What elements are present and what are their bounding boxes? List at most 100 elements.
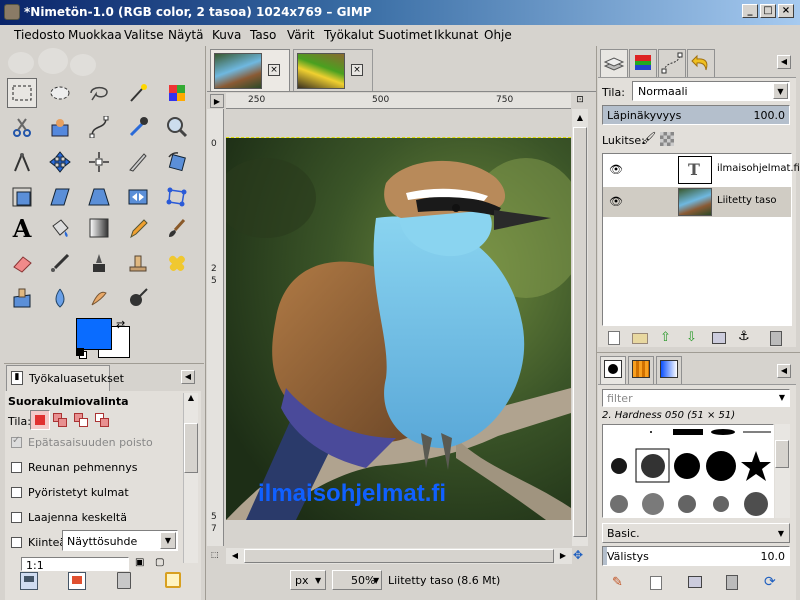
fixed-dropdown[interactable]: Näyttösuhde ▼	[62, 530, 178, 551]
menu-layer[interactable]: Taso	[250, 28, 276, 42]
rect-select-tool[interactable]	[7, 78, 37, 108]
free-select-tool[interactable]	[84, 78, 114, 108]
brush-grid[interactable]	[602, 424, 774, 518]
portrait-icon[interactable]: ▣	[135, 557, 149, 571]
menu-select[interactable]: Valitse	[124, 28, 164, 42]
vertical-ruler[interactable]: 0 2 5 5 7	[207, 109, 224, 546]
dock-menu-button[interactable]: ◀	[777, 364, 791, 378]
menu-arrow-icon[interactable]: ▶	[210, 94, 224, 108]
feather-checkbox[interactable]	[11, 462, 22, 473]
foreground-select-tool[interactable]	[45, 112, 75, 142]
close-button[interactable]: ×	[778, 4, 794, 18]
move-tool[interactable]	[45, 147, 75, 177]
scroll-left-icon[interactable]: ◀	[228, 549, 242, 563]
shear-tool[interactable]	[45, 182, 75, 212]
edit-brush-icon[interactable]: ✎	[612, 575, 623, 590]
quick-mask-icon[interactable]: ⬚	[211, 550, 223, 562]
raise-layer-icon[interactable]: ⇧	[660, 330, 671, 345]
new-layer-group-icon[interactable]	[632, 333, 648, 344]
eraser-tool[interactable]	[7, 248, 37, 278]
bucket-fill-tool[interactable]	[45, 213, 75, 243]
close-tab-icon[interactable]: ×	[351, 64, 363, 76]
menu-image[interactable]: Kuva	[212, 28, 241, 42]
crop-tool[interactable]	[123, 147, 153, 177]
scroll-thumb[interactable]	[573, 127, 587, 537]
mode-replace-button[interactable]	[30, 410, 50, 430]
menu-tools[interactable]: Työkalut	[324, 28, 374, 42]
scroll-thumb[interactable]	[184, 423, 198, 473]
menu-edit[interactable]: Muokkaa	[68, 28, 122, 42]
canvas-vertical-scrollbar[interactable]: ▲	[572, 109, 588, 546]
new-brush-icon[interactable]	[650, 576, 662, 590]
swap-colors-icon[interactable]: ⇄	[116, 318, 125, 331]
default-colors-icon[interactable]	[76, 348, 87, 359]
layer-row[interactable]: 👁 T ilmaisohjelmat.fi	[603, 154, 800, 186]
tab-paths[interactable]	[658, 49, 686, 77]
ratio-input[interactable]: 1:1	[21, 557, 129, 571]
spacing-slider[interactable]: Välistys 10.0	[602, 546, 790, 566]
layer-name[interactable]: ilmaisohjelmat.fi	[717, 163, 800, 174]
perspective-clone-tool[interactable]	[7, 283, 37, 313]
delete-layer-icon[interactable]	[770, 331, 782, 346]
landscape-icon[interactable]: ▢	[155, 557, 169, 571]
reset-options-icon[interactable]	[165, 572, 181, 588]
horizontal-ruler[interactable]: 250 500 750	[226, 93, 571, 109]
image-tab-1[interactable]: ×	[210, 49, 290, 91]
tab-gradients[interactable]	[656, 356, 682, 384]
foreground-color-swatch[interactable]	[76, 318, 112, 350]
layer-name[interactable]: Liitetty taso	[717, 195, 777, 206]
color-picker-tool[interactable]	[123, 112, 153, 142]
close-tab-icon[interactable]: ×	[268, 64, 280, 76]
duplicate-layer-icon[interactable]	[712, 332, 726, 344]
opacity-slider[interactable]: Läpinäkyvyys 100.0	[602, 105, 790, 125]
paintbrush-tool[interactable]	[162, 213, 192, 243]
expand-center-checkbox[interactable]	[11, 512, 22, 523]
delete-brush-icon[interactable]	[726, 575, 738, 590]
perspective-tool[interactable]	[84, 182, 114, 212]
antialias-checkbox[interactable]: ✓	[11, 435, 22, 448]
airbrush-tool[interactable]	[45, 248, 75, 278]
brush-filter-input[interactable]: filter ▼	[602, 389, 790, 407]
flip-tool[interactable]	[123, 182, 153, 212]
brush-grid-scrollbar[interactable]	[775, 424, 790, 518]
dock-menu-button[interactable]: ◀	[777, 55, 791, 69]
eye-visibility-icon[interactable]: 👁	[609, 195, 623, 208]
scissors-select-tool[interactable]	[7, 112, 37, 142]
delete-options-icon[interactable]	[117, 572, 131, 589]
tab-tool-options[interactable]: ▮ Työkaluasetukset	[6, 365, 124, 391]
fuzzy-select-tool[interactable]	[123, 78, 153, 108]
fixed-checkbox[interactable]	[11, 537, 22, 548]
menu-help[interactable]: Ohje	[484, 28, 512, 42]
lower-layer-icon[interactable]: ⇩	[686, 330, 697, 345]
menu-view[interactable]: Näytä	[168, 28, 204, 42]
ink-tool[interactable]	[84, 248, 114, 278]
image-canvas[interactable]: ilmaisohjelmat.fi	[226, 138, 571, 520]
rotate-tool[interactable]	[162, 147, 192, 177]
measure-tool[interactable]	[7, 147, 37, 177]
unit-dropdown[interactable]: px ▼	[290, 570, 326, 590]
menu-file[interactable]: Tiedosto	[14, 28, 65, 42]
tab-brushes[interactable]	[600, 356, 626, 384]
eye-visibility-icon[interactable]: 👁	[609, 163, 623, 176]
zoom-tool[interactable]	[162, 112, 192, 142]
pencil-tool[interactable]	[123, 213, 153, 243]
lock-pixels-icon[interactable]: 🖌	[641, 131, 657, 147]
save-options-icon[interactable]	[20, 572, 38, 590]
tab-channels[interactable]	[629, 49, 657, 77]
select-by-color-tool[interactable]	[162, 78, 192, 108]
scroll-thumb[interactable]	[775, 440, 789, 468]
blend-tool[interactable]	[84, 213, 114, 243]
scroll-thumb[interactable]	[244, 549, 554, 563]
dodge-burn-tool[interactable]	[123, 283, 153, 313]
gimp-app-icon[interactable]	[4, 4, 20, 20]
lock-alpha-icon[interactable]	[660, 132, 674, 146]
anchor-layer-icon[interactable]: ⚓	[738, 329, 750, 344]
menu-filters[interactable]: Suotimet	[378, 28, 432, 42]
navigate-icon[interactable]: ✥	[573, 549, 587, 563]
scale-tool[interactable]	[7, 182, 37, 212]
text-tool[interactable]: A	[7, 213, 37, 243]
menu-colors[interactable]: Värit	[287, 28, 315, 42]
tab-menu-button[interactable]: ◀	[181, 370, 195, 384]
scroll-right-icon[interactable]: ▶	[556, 549, 570, 563]
layer-row[interactable]: 👁 Liitetty taso	[603, 187, 791, 217]
